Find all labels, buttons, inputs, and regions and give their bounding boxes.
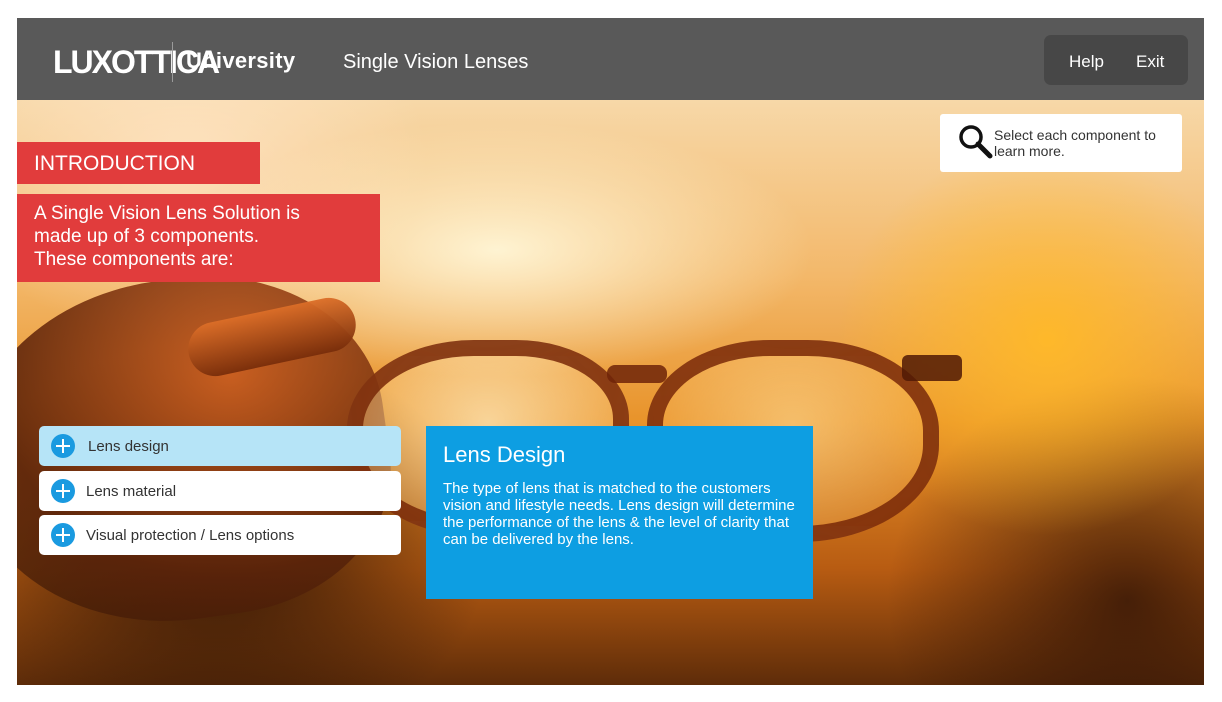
course-player: LUXOTTICA University Single Vision Lense…	[17, 18, 1204, 685]
component-label: Visual protection / Lens options	[86, 527, 295, 544]
component-lens-design[interactable]: Lens design	[39, 426, 401, 466]
hero-background-image: INTRODUCTION A Single Vision Lens Soluti…	[17, 100, 1204, 685]
info-body: The type of lens that is matched to the …	[443, 480, 795, 548]
glasses-temple	[902, 355, 962, 381]
component-visual-protection[interactable]: Visual protection / Lens options	[39, 515, 401, 555]
help-button[interactable]: Help	[1069, 52, 1104, 72]
header-button-group: Help Exit	[1044, 35, 1188, 85]
instruction-hint: Select each component to learn more.	[940, 114, 1182, 172]
component-label: Lens design	[88, 438, 169, 455]
intro-line: made up of 3 components.	[34, 226, 259, 247]
component-lens-material[interactable]: Lens material	[39, 471, 401, 511]
intro-line: A Single Vision Lens Solution is	[34, 203, 300, 224]
course-title: Single Vision Lenses	[343, 51, 529, 73]
plus-circle-icon	[51, 434, 75, 458]
glasses-bridge	[607, 365, 667, 383]
introduction-text: A Single Vision Lens Solution is made up…	[17, 194, 380, 282]
plus-circle-icon	[51, 479, 75, 503]
hint-text: Select each component to learn more.	[994, 127, 1156, 159]
header-bar: LUXOTTICA University Single Vision Lense…	[17, 18, 1204, 100]
university-label: University	[186, 48, 296, 73]
component-label: Lens material	[86, 483, 177, 500]
component-info-panel: Lens Design The type of lens that is mat…	[426, 426, 813, 599]
logo-divider	[172, 42, 173, 82]
introduction-label: INTRODUCTION	[17, 142, 260, 184]
intro-line: These components are:	[34, 249, 234, 270]
exit-button[interactable]: Exit	[1136, 52, 1164, 72]
plus-circle-icon	[51, 523, 75, 547]
info-title: Lens Design	[443, 442, 566, 467]
